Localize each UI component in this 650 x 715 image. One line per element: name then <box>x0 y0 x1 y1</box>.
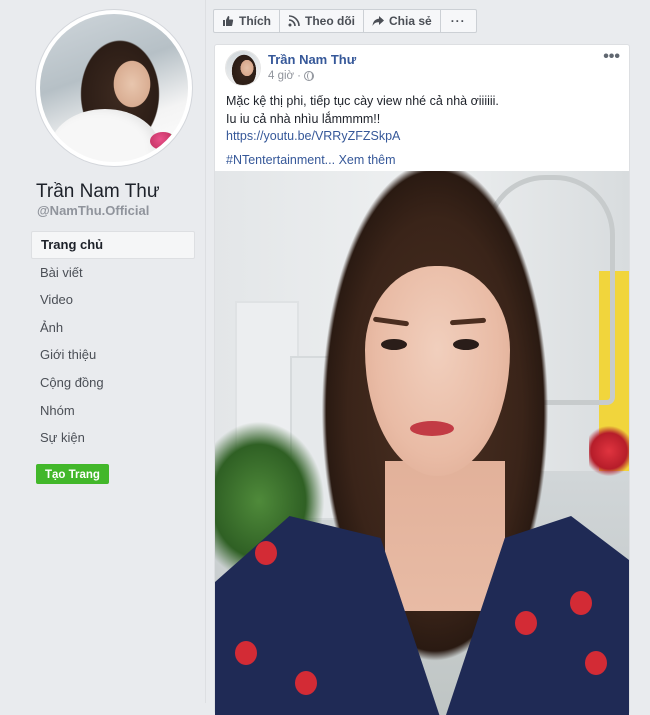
page-handle[interactable]: @NamThu.Official <box>37 203 149 218</box>
avatar-flower <box>150 132 176 150</box>
page-nav: Trang chủ Bài viết Video Ảnh Giới thiệu … <box>31 231 195 452</box>
post-timestamp[interactable]: 4 giờ <box>268 70 294 82</box>
photo-neck <box>385 461 505 611</box>
page-name[interactable]: Trần Nam Thư <box>36 181 160 203</box>
profile-avatar[interactable] <box>36 10 192 166</box>
post-author-avatar[interactable] <box>226 51 260 85</box>
nav-item-community[interactable]: Cộng đồng <box>31 369 195 397</box>
share-arrow-icon <box>372 16 384 26</box>
see-more-link[interactable]: ... Xem thêm <box>325 153 396 167</box>
nav-item-groups[interactable]: Nhóm <box>31 397 195 425</box>
photo-cherry-print <box>570 591 592 615</box>
photo-cherry-print <box>235 641 257 665</box>
post-meta: 4 giờ · <box>268 70 314 82</box>
like-button[interactable]: Thích <box>213 9 280 33</box>
page-action-bar: Thích Theo dõi Chia sẻ ··· <box>213 9 477 33</box>
follow-button-label: Theo dõi <box>305 14 355 28</box>
photo-cherry-print <box>585 651 607 675</box>
nav-item-home[interactable]: Trang chủ <box>31 231 195 259</box>
post-options-button[interactable]: ••• <box>603 48 620 66</box>
nav-item-events[interactable]: Sự kiện <box>31 424 195 452</box>
avatar-coat <box>50 109 160 162</box>
thumbs-up-icon <box>223 16 234 26</box>
profile-photo <box>40 14 188 162</box>
follow-button[interactable]: Theo dõi <box>279 9 364 33</box>
post-text-line: Mặc kệ thị phi, tiếp tục cày view nhé cả… <box>226 94 499 108</box>
create-page-button[interactable]: Tạo Trang <box>36 464 109 484</box>
post-text: Mặc kệ thị phi, tiếp tục cày view nhé cả… <box>226 93 620 169</box>
meta-separator: · <box>297 70 301 82</box>
photo-cherry-print <box>295 671 317 695</box>
photo-eye <box>453 339 479 350</box>
globe-icon[interactable] <box>303 71 314 81</box>
photo-red-flowers <box>589 421 629 481</box>
post-hashtag[interactable]: #NTentertainment <box>226 153 325 167</box>
nav-item-photos[interactable]: Ảnh <box>31 314 195 342</box>
post-author-name[interactable]: Trần Nam Thư <box>268 52 356 67</box>
more-options-button[interactable]: ··· <box>439 9 477 33</box>
share-button-label: Chia sẻ <box>389 14 432 28</box>
post-youtube-link[interactable]: https://youtu.be/VRRyZFZSkpA <box>226 128 620 146</box>
nav-item-about[interactable]: Giới thiệu <box>31 341 195 369</box>
post-hashtag-row: #NTentertainment... Xem thêm <box>226 152 620 170</box>
post-card: Trần Nam Thư 4 giờ · ••• Mặc kệ thị phi,… <box>214 44 630 715</box>
post-photo[interactable] <box>215 171 629 715</box>
nav-item-posts[interactable]: Bài viết <box>31 259 195 287</box>
photo-eye <box>381 339 407 350</box>
photo-cherry-print <box>255 541 277 565</box>
nav-item-videos[interactable]: Video <box>31 286 195 314</box>
rss-icon <box>288 15 300 27</box>
photo-lips <box>410 421 454 436</box>
post-text-line: Iu iu cả nhà nhìu lắmmmm!! <box>226 111 381 126</box>
like-button-label: Thích <box>239 14 271 28</box>
share-button[interactable]: Chia sẻ <box>363 9 441 33</box>
photo-cherry-print <box>515 611 537 635</box>
page-sidebar: Trần Nam Thư @NamThu.Official Trang chủ … <box>0 0 206 703</box>
